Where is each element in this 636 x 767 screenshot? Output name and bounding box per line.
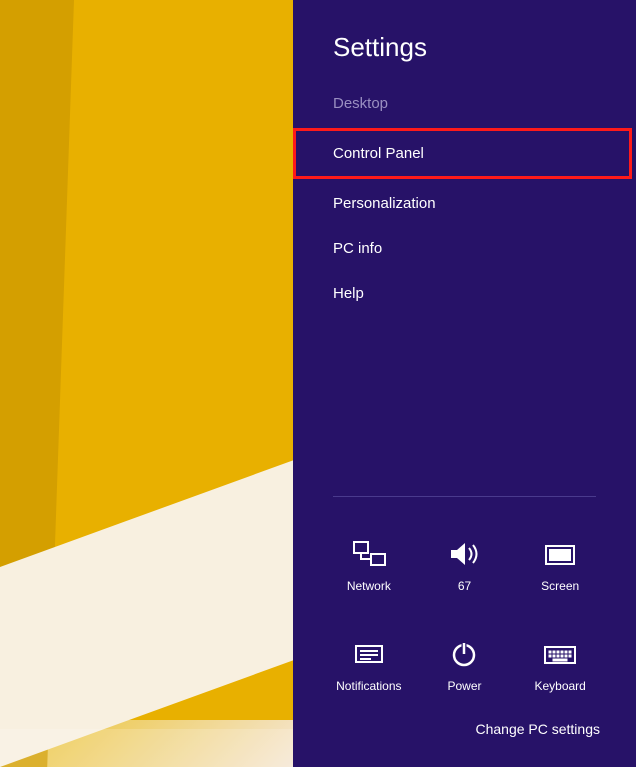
quick-settings-tiles: Network 67 Screen: [293, 521, 636, 703]
settings-charm-panel: Settings Desktop Control Panel Personali…: [293, 0, 636, 767]
menu-item-personalization[interactable]: Personalization: [293, 181, 636, 226]
menu-item-desktop[interactable]: Desktop: [293, 81, 636, 126]
tile-volume[interactable]: 67: [417, 521, 513, 593]
tile-label: 67: [458, 579, 471, 593]
divider: [333, 496, 596, 497]
tile-keyboard[interactable]: Keyboard: [512, 621, 608, 693]
network-icon: [351, 539, 387, 569]
tile-label: Power: [447, 679, 481, 693]
settings-title: Settings: [293, 0, 636, 81]
screen-icon: [542, 539, 578, 569]
volume-icon: [446, 539, 482, 569]
menu-item-pc-info[interactable]: PC info: [293, 226, 636, 271]
notifications-icon: [351, 639, 387, 669]
tile-screen[interactable]: Screen: [512, 521, 608, 593]
tile-label: Screen: [541, 579, 579, 593]
tile-label: Network: [347, 579, 391, 593]
tile-power[interactable]: Power: [417, 621, 513, 693]
keyboard-icon: [542, 639, 578, 669]
tile-network[interactable]: Network: [321, 521, 417, 593]
tile-label: Keyboard: [534, 679, 585, 693]
tile-notifications[interactable]: Notifications: [321, 621, 417, 693]
menu-item-help[interactable]: Help: [293, 271, 636, 316]
change-pc-settings-link[interactable]: Change PC settings: [293, 703, 636, 767]
power-icon: [446, 639, 482, 669]
menu-item-control-panel[interactable]: Control Panel: [293, 128, 632, 179]
settings-menu: Desktop Control Panel Personalization PC…: [293, 81, 636, 316]
tile-label: Notifications: [336, 679, 401, 693]
taskbar[interactable]: [0, 729, 293, 767]
desktop-background: [0, 0, 293, 767]
